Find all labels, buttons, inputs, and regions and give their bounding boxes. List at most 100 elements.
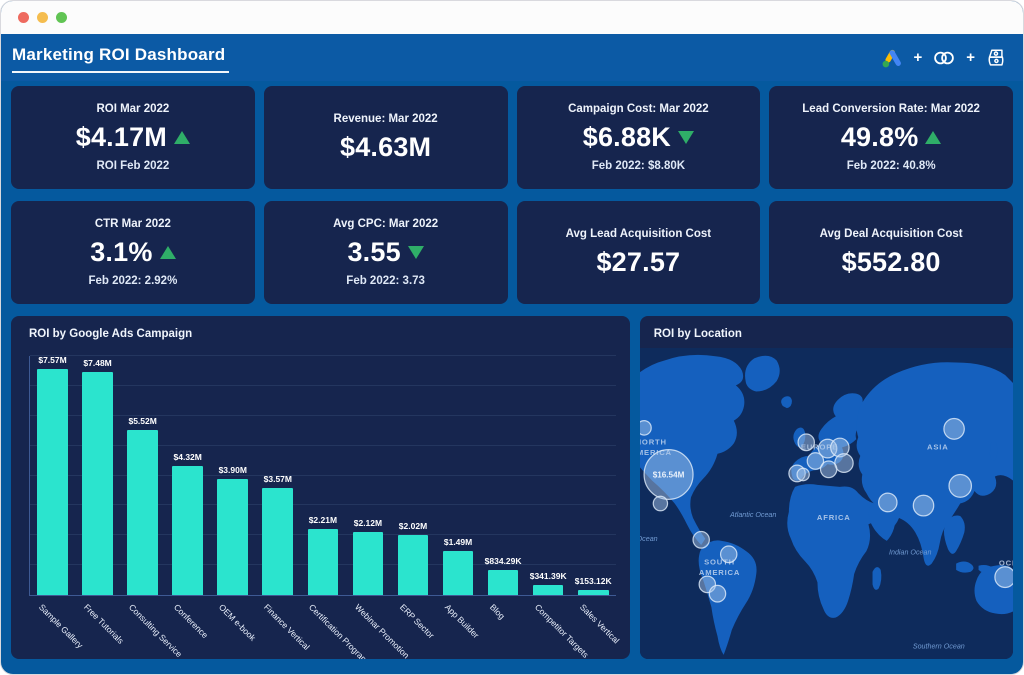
map-title: ROI by Location <box>640 316 1013 340</box>
roi-bubble[interactable] <box>949 474 971 497</box>
bar-chart-title: ROI by Google Ads Campaign <box>29 328 616 340</box>
bar-value-label: $7.48M <box>83 358 111 368</box>
kpi-value-row: 3.55 <box>347 237 423 268</box>
kpi-value-row: 3.1% <box>90 237 175 268</box>
bar-value-label: $3.90M <box>219 465 247 475</box>
x-axis-label: Blog <box>488 602 507 621</box>
google-ads-icon[interactable] <box>880 47 904 69</box>
roi-bubble[interactable] <box>878 493 896 512</box>
bar-webinar-promotion[interactable] <box>353 532 384 595</box>
bar-conference[interactable] <box>172 466 203 595</box>
roi-bubble[interactable] <box>640 421 651 436</box>
ocean-label: Southern Ocean <box>913 642 965 651</box>
gridline <box>30 385 616 386</box>
window-close-button[interactable] <box>18 12 29 23</box>
bar-value-label: $1.49M <box>444 537 472 547</box>
bar-certification-program[interactable] <box>308 529 339 595</box>
world-bubble-map[interactable]: Atlantic Ocean Ocean Indian Ocean Southern … <box>640 348 1013 659</box>
kpi-grid: ROI Mar 2022$4.17MROI Feb 2022Revenue: M… <box>11 86 1013 304</box>
kpi-value-row: 49.8% <box>841 122 942 153</box>
kpi-value-row: $552.80 <box>842 247 941 278</box>
bar-free-tutorials[interactable] <box>82 372 113 595</box>
bar-sample-gallery[interactable] <box>37 369 68 595</box>
bar-app-builder[interactable] <box>443 551 474 596</box>
ocean-label: Indian Ocean <box>889 547 931 556</box>
trend-up-icon <box>174 131 190 144</box>
gridline <box>30 445 616 446</box>
x-axis-label: Free Tutorials <box>82 602 126 646</box>
kpi-value-row: $6.88K <box>583 122 694 153</box>
trend-up-icon <box>925 131 941 144</box>
kpi-value: $27.57 <box>596 247 680 278</box>
kpi-subtext: Feb 2022: 2.92% <box>88 275 177 287</box>
plus-separator: + <box>966 50 975 65</box>
plus-separator: + <box>913 50 922 65</box>
bar-value-label: $4.32M <box>174 452 202 462</box>
window-zoom-button[interactable] <box>56 12 67 23</box>
x-axis-label: Sample Gallery <box>36 602 84 650</box>
kpi-subtext: Feb 2022: $8.80K <box>592 160 685 172</box>
x-axis-label: ERP Sector <box>398 602 436 640</box>
region-label: ASIA <box>927 443 949 452</box>
bar-oem-e-book[interactable] <box>217 479 248 596</box>
bar-chart-plot: $7.57M$7.48M$5.52M$4.32M$3.90M$3.57M$2.2… <box>29 356 616 596</box>
page-title: Marketing ROI Dashboard <box>12 43 229 73</box>
ocean-label: Ocean <box>640 534 658 543</box>
bar-value-label: $2.02M <box>399 521 427 531</box>
roi-bubble[interactable] <box>709 585 725 602</box>
roi-bubble[interactable] <box>835 454 853 473</box>
roi-bubble[interactable] <box>944 418 964 439</box>
bar-competitor-targets[interactable] <box>533 585 564 595</box>
bar-value-label: $7.57M <box>38 355 66 365</box>
kpi-subtext: ROI Feb 2022 <box>96 160 169 172</box>
kpi-label: CTR Mar 2022 <box>95 218 171 230</box>
roi-bubble[interactable] <box>720 546 736 563</box>
gridline <box>30 504 616 505</box>
trend-up-icon <box>160 246 176 259</box>
roi-bubble[interactable] <box>653 496 667 511</box>
kpi-card: Avg Lead Acquisition Cost$27.57 <box>517 201 761 304</box>
bar-finance-vertical[interactable] <box>262 488 293 595</box>
roi-bubble[interactable] <box>797 468 809 480</box>
bar-chart-card: ROI by Google Ads Campaign $7.57M $7.48M $… <box>11 316 630 659</box>
x-axis-label: Sales Vertical <box>578 602 621 645</box>
bar-value-label: $2.12M <box>354 518 382 528</box>
bar-sales-vertical[interactable] <box>578 590 609 595</box>
bar-consulting-service[interactable] <box>127 430 158 595</box>
trend-down-icon <box>408 246 424 259</box>
header-icons: + + <box>880 47 1007 69</box>
bar-value-label: $834.29K <box>485 556 522 566</box>
kpi-label: Avg Deal Acquisition Cost <box>820 228 963 240</box>
region-label: AFRICA <box>817 513 851 522</box>
bar-erp-sector[interactable] <box>398 535 429 595</box>
kpi-label: ROI Mar 2022 <box>96 103 169 115</box>
bubble-value-label: $16.54M <box>652 471 684 480</box>
bar-value-label: $341.39K <box>530 571 567 581</box>
x-axis-label: Conference <box>172 602 210 640</box>
roi-bubble[interactable] <box>995 567 1013 588</box>
roi-bubble[interactable] <box>820 461 836 478</box>
bar-blog[interactable] <box>488 570 519 595</box>
trend-down-icon <box>678 131 694 144</box>
kpi-label: Revenue: Mar 2022 <box>334 113 438 125</box>
map-card: ROI by Location Atlantic Ocean Ocean India… <box>640 316 1013 659</box>
kpi-card: Campaign Cost: Mar 2022 $6.88K Feb 2022: $… <box>517 86 761 189</box>
app-window: Marketing ROI Dashboard + + <box>0 0 1024 675</box>
kpi-value-row: $27.57 <box>596 247 680 278</box>
bar-value-label: $2.21M <box>309 515 337 525</box>
gridline <box>30 355 616 356</box>
roi-bubble[interactable] <box>913 495 933 516</box>
linked-rings-icon[interactable] <box>931 47 957 69</box>
kpi-label: Avg CPC: Mar 2022 <box>333 218 438 230</box>
dashboard-header: Marketing ROI Dashboard + + <box>1 34 1023 81</box>
kpi-value: 3.1% <box>90 237 152 268</box>
roi-bubble[interactable] <box>693 531 709 548</box>
kpi-label: Campaign Cost: Mar 2022 <box>568 103 709 115</box>
charts-row: ROI by Google Ads Campaign $7.57M $7.48M $… <box>11 316 1013 659</box>
ocean-label: Atlantic Ocean <box>729 510 776 519</box>
zoho-analytics-icon[interactable] <box>984 47 1007 69</box>
window-minimize-button[interactable] <box>37 12 48 23</box>
kpi-card: CTR Mar 2022 3.1% Feb 2022: 2.92% <box>11 201 255 304</box>
roi-bubble[interactable] <box>798 434 814 451</box>
kpi-value: 49.8% <box>841 122 919 153</box>
